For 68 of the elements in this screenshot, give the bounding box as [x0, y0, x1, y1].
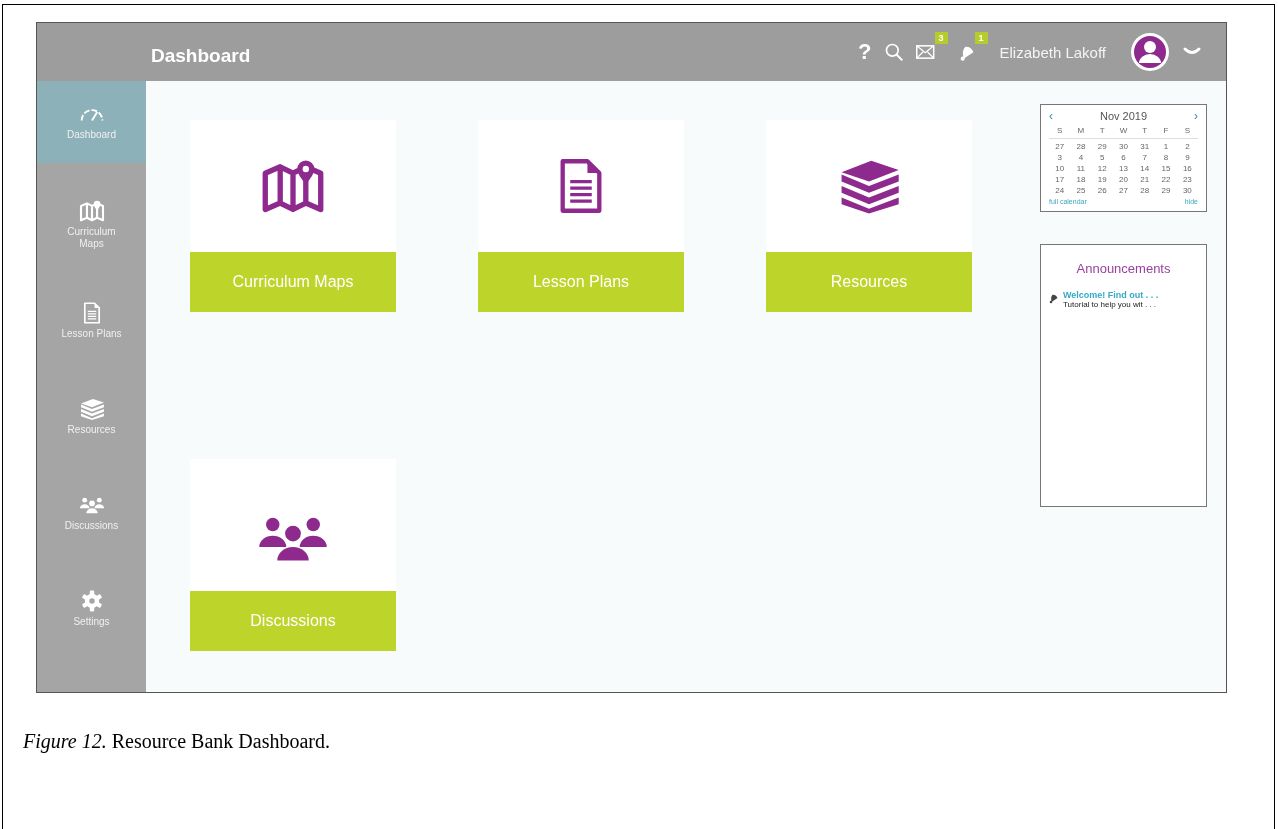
calendar-day[interactable]: 12 — [1091, 164, 1113, 173]
calendar-day[interactable]: 24 — [1049, 186, 1071, 195]
calendar-day[interactable]: 25 — [1070, 186, 1092, 195]
calendar-day[interactable]: 23 — [1176, 175, 1198, 184]
calendar-month: Nov 2019 — [1099, 110, 1148, 122]
calendar-day[interactable]: 19 — [1091, 175, 1113, 184]
weekday-label: S — [1183, 126, 1191, 135]
announcements-title: Announcements — [1075, 261, 1172, 276]
page-title: Dashboard — [151, 45, 251, 67]
calendar-day[interactable]: 13 — [1112, 164, 1135, 173]
avatar-icon[interactable] — [1130, 32, 1170, 72]
count-badge: 3 — [934, 32, 948, 44]
calendar-day[interactable]: 27 — [1112, 186, 1135, 195]
calendar-day[interactable]: 27 — [1049, 142, 1071, 151]
calendar-day[interactable]: 7 — [1134, 153, 1156, 162]
weekday-label: S — [1055, 126, 1064, 135]
weekday-label: F — [1162, 126, 1170, 135]
calendar-day[interactable]: 31 — [1134, 142, 1156, 151]
tile-label: Curriculum Maps — [190, 252, 396, 312]
search-icon[interactable] — [883, 42, 904, 62]
sidebar-label: Lesson Plans — [61, 328, 122, 340]
calendar-day[interactable]: 29 — [1091, 142, 1113, 151]
sidebar-label: Discussions — [64, 520, 119, 532]
calendar-day[interactable]: 8 — [1155, 153, 1177, 162]
sidebar-label: Resources — [67, 424, 116, 436]
calendar-day[interactable]: 5 — [1091, 153, 1113, 162]
people-icon — [257, 515, 329, 561]
figure-caption: Figure 12. Resource Bank Dashboard. — [23, 730, 331, 753]
sidebar-label: Settings — [73, 616, 110, 628]
calendar-day[interactable]: 16 — [1176, 164, 1198, 173]
calendar-day[interactable]: 20 — [1112, 175, 1135, 184]
calendar-day[interactable]: 22 — [1155, 175, 1177, 184]
calendar-day[interactable]: 28 — [1134, 186, 1156, 195]
calendar-day[interactable]: 18 — [1070, 175, 1092, 184]
calendar-day[interactable]: 4 — [1070, 153, 1092, 162]
calendar-day[interactable]: 3 — [1049, 153, 1071, 162]
map-icon — [78, 200, 105, 222]
announcement-text: Tutorial to help you wit . . . — [1063, 300, 1158, 309]
tile-label: Resources — [766, 252, 972, 312]
next-month-arrow[interactable]: › — [1194, 109, 1198, 123]
calendar-day[interactable]: 17 — [1049, 175, 1071, 184]
books-icon — [78, 398, 105, 420]
weekday-label: M — [1076, 126, 1086, 135]
calendar-day[interactable]: 29 — [1155, 186, 1177, 195]
weekday-label: T — [1098, 126, 1106, 135]
calendar-day[interactable]: 9 — [1176, 153, 1198, 162]
weekday-label: W — [1118, 126, 1129, 135]
calendar-day[interactable]: 2 — [1176, 142, 1198, 151]
calendar-day[interactable]: 10 — [1049, 164, 1071, 173]
mail-icon[interactable] — [915, 42, 936, 62]
calendar-day[interactable]: 30 — [1176, 186, 1198, 195]
tile-label: Discussions — [190, 591, 396, 651]
map-icon — [261, 158, 325, 214]
sidebar-label: Curriculum Maps — [66, 226, 117, 250]
count-badge: 1 — [974, 32, 988, 44]
calendar-day[interactable]: 6 — [1112, 153, 1135, 162]
weekday-label: T — [1141, 126, 1149, 135]
calendar-day[interactable]: 14 — [1134, 164, 1156, 173]
calendar-day[interactable]: 30 — [1112, 142, 1135, 151]
tile-label: Lesson Plans — [478, 252, 684, 312]
calendar-day[interactable]: 15 — [1155, 164, 1177, 173]
calendar-day[interactable]: 11 — [1070, 164, 1092, 173]
calendar-day[interactable]: 21 — [1134, 175, 1156, 184]
calendar-day[interactable]: 1 — [1155, 142, 1177, 151]
sidebar-label: Dashboard — [67, 129, 116, 141]
calendar-day[interactable]: 28 — [1070, 142, 1092, 151]
previous-month-arrow[interactable]: ‹ — [1049, 109, 1053, 123]
calendar-day[interactable]: 26 — [1091, 186, 1113, 195]
